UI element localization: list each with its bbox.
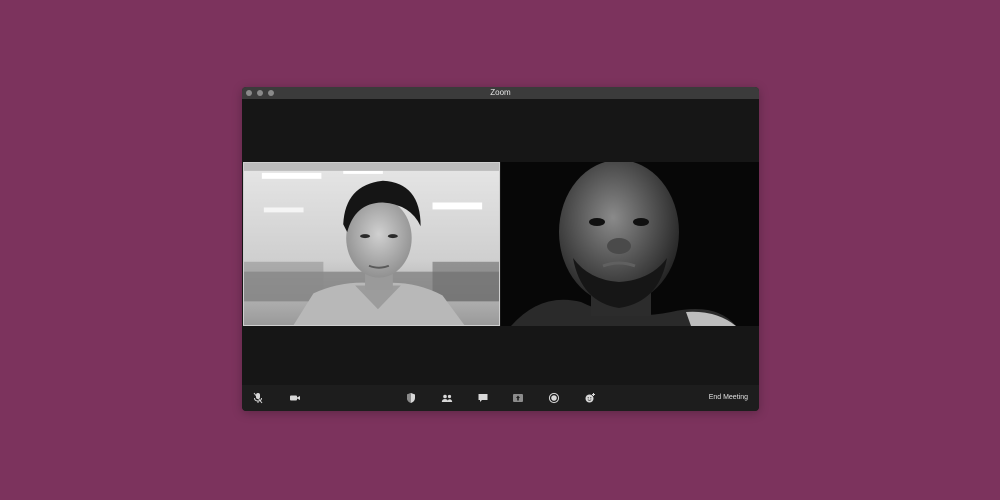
video-camera-icon[interactable] [288, 391, 302, 405]
mute-icon[interactable] [251, 391, 265, 405]
meeting-toolbar: End Meeting [242, 385, 759, 411]
participant-video-1 [244, 163, 499, 325]
video-gallery [242, 99, 759, 385]
participants-icon[interactable] [440, 391, 454, 405]
reactions-icon[interactable] [583, 391, 597, 405]
participant-video-2 [501, 162, 759, 326]
share-screen-icon[interactable] [511, 391, 525, 405]
zoom-window: Zoom End Meeting [242, 87, 759, 411]
window-title: Zoom [490, 88, 511, 97]
security-shield-icon[interactable] [404, 391, 418, 405]
chat-icon[interactable] [476, 391, 490, 405]
record-icon[interactable] [547, 391, 561, 405]
close-window-button[interactable] [246, 90, 252, 96]
window-controls [246, 90, 274, 96]
maximize-window-button[interactable] [268, 90, 274, 96]
participant-video-tile-2[interactable] [501, 162, 759, 326]
end-meeting-button[interactable]: End Meeting [709, 385, 748, 411]
minimize-window-button[interactable] [257, 90, 263, 96]
participant-video-tile-1[interactable] [243, 162, 500, 326]
title-bar: Zoom [242, 87, 759, 99]
